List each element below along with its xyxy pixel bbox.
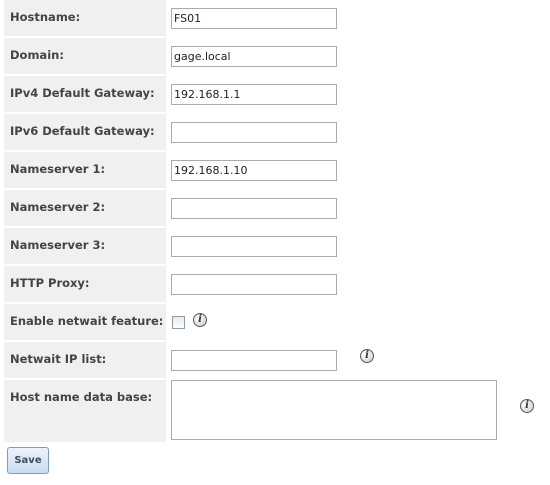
http-proxy-row: HTTP Proxy: — [0, 266, 550, 304]
network-settings-form: Hostname: Domain: IPv4 Default Gateway: … — [0, 0, 550, 485]
netwait-ip-row: Netwait IP list: i — [0, 342, 550, 380]
netwait-row: Enable netwait feature: i — [0, 304, 550, 342]
nameserver1-row: Nameserver 1: — [0, 152, 550, 190]
domain-row: Domain: — [0, 38, 550, 76]
domain-label: Domain: — [4, 38, 166, 74]
info-icon[interactable]: i — [520, 399, 534, 413]
netwait-checkbox[interactable] — [172, 316, 185, 329]
host-db-textarea[interactable] — [171, 380, 497, 440]
ipv4-gateway-input[interactable] — [171, 84, 337, 105]
ipv6-gateway-row: IPv6 Default Gateway: — [0, 114, 550, 152]
host-db-label: Host name data base: — [4, 380, 166, 442]
info-icon[interactable]: i — [193, 313, 207, 327]
info-icon[interactable]: i — [360, 349, 374, 363]
ipv4-gateway-row: IPv4 Default Gateway: — [0, 76, 550, 114]
nameserver2-label: Nameserver 2: — [4, 190, 166, 226]
ipv4-gateway-label: IPv4 Default Gateway: — [4, 76, 166, 112]
nameserver3-label: Nameserver 3: — [4, 228, 166, 264]
nameserver2-row: Nameserver 2: — [0, 190, 550, 228]
host-db-row: Host name data base: i — [0, 380, 550, 442]
save-button[interactable]: Save — [7, 447, 49, 474]
hostname-input[interactable] — [171, 8, 337, 29]
netwait-ip-label: Netwait IP list: — [4, 342, 166, 378]
domain-input[interactable] — [171, 46, 337, 67]
nameserver1-input[interactable] — [171, 160, 337, 181]
nameserver3-row: Nameserver 3: — [0, 228, 550, 266]
http-proxy-input[interactable] — [171, 274, 337, 295]
ipv6-gateway-input[interactable] — [171, 122, 337, 143]
ipv6-gateway-label: IPv6 Default Gateway: — [4, 114, 166, 150]
http-proxy-label: HTTP Proxy: — [4, 266, 166, 302]
netwait-ip-input[interactable] — [171, 350, 337, 371]
hostname-label: Hostname: — [4, 0, 166, 36]
nameserver1-label: Nameserver 1: — [4, 152, 166, 188]
nameserver3-input[interactable] — [171, 236, 337, 257]
hostname-row: Hostname: — [0, 0, 550, 38]
nameserver2-input[interactable] — [171, 198, 337, 219]
netwait-label: Enable netwait feature: — [4, 304, 166, 340]
